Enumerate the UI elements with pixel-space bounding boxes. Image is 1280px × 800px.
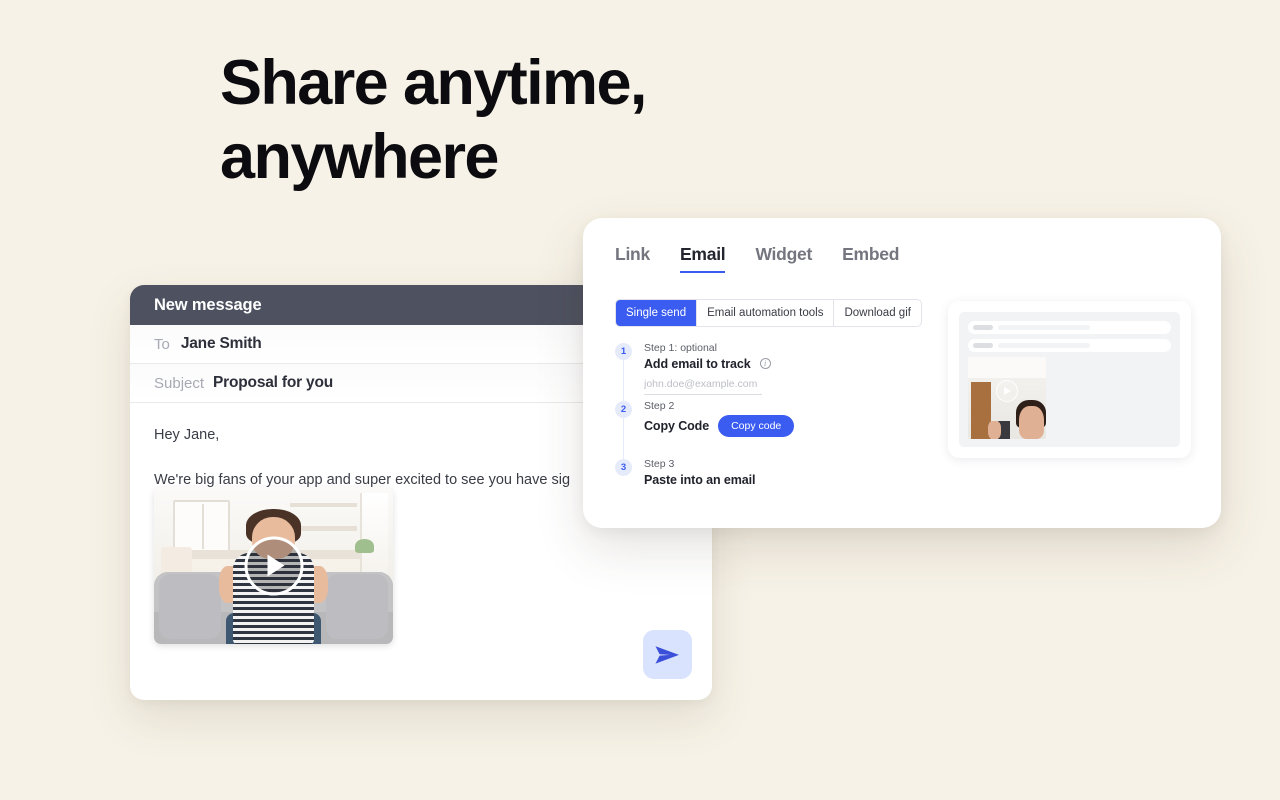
tab-embed[interactable]: Embed — [842, 244, 899, 273]
step-marker: 3 — [615, 458, 632, 492]
page-title: Share anytime, anywhere — [220, 46, 860, 195]
steps-list: 1 Step 1: optional Add email to track i — [615, 342, 922, 492]
email-compose-title: New message — [154, 295, 262, 314]
skeleton-value — [997, 343, 1090, 348]
step-marker: 1 — [615, 342, 632, 403]
tab-link[interactable]: Link — [615, 244, 650, 273]
scene-cabinet — [173, 499, 231, 553]
step-number-badge: 2 — [615, 401, 632, 419]
step-title: Paste into an email — [644, 472, 756, 487]
step-content: Step 3 Paste into an email — [644, 458, 922, 492]
info-icon[interactable]: i — [759, 358, 771, 370]
scene-window — [359, 493, 389, 575]
preview-person-face — [1019, 406, 1045, 439]
step-kicker: Step 1: optional — [644, 342, 717, 355]
preview-person-hand — [988, 420, 1001, 439]
hero-line-1: Share anytime, — [220, 48, 647, 118]
segment-download-gif[interactable]: Download gif — [834, 300, 920, 326]
step-number-badge: 1 — [615, 343, 632, 361]
scene-plant — [354, 538, 374, 553]
step-title-row: Paste into an email — [644, 473, 922, 487]
play-triangle — [267, 554, 285, 577]
email-to-label: To — [154, 335, 170, 353]
play-triangle — [1004, 387, 1012, 396]
step-title: Add email to track — [644, 356, 751, 371]
send-mode-segmented-control: Single send Email automation tools Downl… — [615, 299, 922, 328]
step-title-row: Add email to track i — [644, 357, 922, 371]
hero-line-2: anywhere — [220, 122, 499, 193]
step-title-row: Copy Code Copy code — [644, 414, 922, 437]
track-email-input[interactable] — [644, 377, 762, 395]
step-marker: 2 — [615, 400, 632, 461]
preview-scene-ceiling — [967, 357, 1046, 379]
email-preview-inner — [958, 312, 1180, 447]
skeleton-label — [972, 325, 993, 330]
scene-cushion-left — [158, 573, 221, 639]
segment-email-automation-tools[interactable]: Email automation tools — [697, 300, 835, 327]
step-title: Copy Code — [644, 418, 710, 433]
email-subject-label: Subject — [154, 374, 205, 392]
hero-heading: Share anytime, anywhere — [220, 46, 860, 195]
share-panel-left: Single send Email automation tools Downl… — [615, 299, 922, 492]
tab-widget[interactable]: Widget — [755, 244, 812, 273]
email-subject-value: Proposal for you — [213, 374, 333, 391]
step-item: 2 Step 2 Copy Code Copy code — [615, 400, 922, 461]
skeleton-value — [997, 325, 1090, 330]
scene-shelf-upper — [290, 502, 358, 508]
tab-email[interactable]: Email — [679, 244, 726, 273]
step-content: Step 1: optional Add email to track i — [644, 342, 922, 400]
step-connector-line — [622, 359, 625, 403]
send-button[interactable] — [643, 630, 692, 679]
step-kicker: Step 3 — [644, 458, 675, 471]
share-tabs: Link Email Widget Embed — [615, 244, 1189, 273]
preview-video-thumbnail[interactable] — [967, 357, 1046, 439]
preview-skeleton-row — [967, 321, 1171, 334]
email-preview-card — [947, 301, 1191, 458]
step-number-badge: 3 — [615, 459, 632, 477]
copy-code-button[interactable]: Copy code — [718, 414, 795, 437]
step-connector-line — [622, 417, 625, 461]
play-icon[interactable] — [244, 536, 303, 595]
step-item: 3 Step 3 Paste into an email — [615, 458, 922, 492]
scene-cushion-right — [326, 573, 389, 639]
skeleton-label — [972, 343, 993, 348]
segment-single-send[interactable]: Single send — [616, 300, 698, 327]
step-kicker: Step 2 — [644, 400, 675, 413]
share-panel-body: Single send Email automation tools Downl… — [615, 299, 1191, 492]
play-icon[interactable] — [995, 380, 1018, 403]
send-icon — [655, 645, 679, 664]
email-video-thumbnail[interactable] — [154, 487, 393, 644]
email-to-value: Jane Smith — [180, 335, 262, 352]
share-panel: Link Email Widget Embed Single send Emai… — [583, 218, 1221, 528]
step-item: 1 Step 1: optional Add email to track i — [615, 342, 922, 403]
step-content: Step 2 Copy Code Copy code — [644, 400, 922, 458]
preview-skeleton-row — [967, 339, 1171, 352]
